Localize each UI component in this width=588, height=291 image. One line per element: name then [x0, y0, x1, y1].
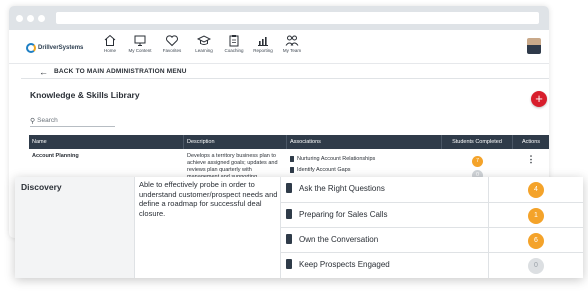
chart-icon [258, 37, 268, 46]
nav-label: Favorites [162, 48, 182, 53]
clipboard-icon [229, 35, 239, 47]
back-to-admin-link[interactable]: ← BACK TO MAIN ADMINISTRATION MENU [21, 65, 549, 79]
association-item[interactable]: Nurturing Account Relationships [290, 154, 439, 164]
book-icon [286, 209, 292, 219]
column-header-associations[interactable]: Associations [287, 135, 442, 149]
association-label: Ask the Right Questions [299, 184, 385, 193]
association-item[interactable]: Ask the Right Questions 4 [280, 177, 583, 202]
association-label: Preparing for Sales Calls [299, 210, 388, 219]
zoomed-row-card: Discovery Able to effectively probe in o… [15, 177, 583, 278]
heart-icon [166, 35, 178, 47]
graduation-cap-icon [197, 35, 211, 45]
logo[interactable]: DrillverSystems [26, 43, 83, 53]
row-description: Able to effectively probe in order to un… [139, 180, 278, 218]
zoom-name-cell: Discovery [15, 177, 135, 278]
avatar[interactable] [527, 38, 541, 54]
nav-label: Home [103, 48, 116, 53]
home-icon [104, 34, 116, 46]
book-icon [286, 183, 292, 193]
window-dot [38, 15, 45, 22]
association-item[interactable]: Keep Prospects Engaged 0 [280, 252, 583, 278]
column-header-students-completed[interactable]: Students Completed [442, 135, 513, 149]
nav-my-team[interactable]: My Team [275, 34, 309, 53]
search-icon: ⚲ [30, 117, 36, 125]
association-label: Identify Account Gaps [297, 167, 351, 173]
association-item[interactable]: Own the Conversation 6 [280, 227, 583, 253]
search-box[interactable]: ⚲ [30, 115, 115, 127]
association-item[interactable]: Preparing for Sales Calls 1 [280, 202, 583, 228]
nav-label: My Content [128, 48, 152, 53]
divider [488, 253, 489, 278]
count-badge: 0 [528, 258, 544, 274]
address-bar[interactable] [56, 12, 539, 24]
window-dot [16, 15, 23, 22]
back-label: BACK TO MAIN ADMINISTRATION MENU [54, 68, 187, 75]
count-badge: 4 [528, 182, 544, 198]
more-vertical-icon[interactable]: ⋮ [516, 154, 546, 165]
book-icon [290, 167, 294, 173]
add-button[interactable]: + [531, 91, 547, 107]
column-header-description[interactable]: Description [184, 135, 287, 149]
nav-home[interactable]: Home [93, 34, 127, 53]
nav-label: My Team [282, 48, 302, 53]
team-icon [285, 35, 299, 46]
association-label: Keep Prospects Engaged [299, 260, 390, 269]
nav-favorites[interactable]: Favorites [155, 34, 189, 53]
book-icon [286, 234, 292, 244]
count-badge: 7 [472, 156, 483, 167]
divider [488, 177, 489, 202]
row-name[interactable]: Discovery [21, 182, 62, 192]
book-icon [290, 156, 294, 162]
association-label: Own the Conversation [299, 235, 379, 244]
app-navbar: DrillverSystems Home My Content Favorite… [9, 30, 549, 64]
book-icon [286, 259, 292, 269]
arrow-left-icon: ← [39, 66, 48, 77]
association-label: Nurturing Account Relationships [297, 156, 376, 162]
count-badge: 1 [528, 208, 544, 224]
column-header-name[interactable]: Name [29, 135, 184, 149]
divider [488, 203, 489, 228]
nav-my-content[interactable]: My Content [123, 34, 157, 53]
nav-learning[interactable]: Learning [187, 34, 221, 53]
window-dot [27, 15, 34, 22]
divider [488, 228, 489, 253]
logo-text: DrillverSystems [38, 45, 84, 51]
content-icon [134, 35, 146, 46]
logo-icon [26, 43, 36, 53]
table-header: Name Description Associations Students C… [29, 135, 549, 149]
count-badge: 6 [528, 233, 544, 249]
search-input[interactable] [37, 117, 108, 124]
browser-chrome [9, 6, 549, 30]
column-header-actions: Actions [521, 139, 541, 145]
association-item[interactable]: Identify Account Gaps [290, 165, 439, 175]
page-title: Knowledge & Skills Library [30, 90, 140, 100]
nav-label: Learning [195, 48, 213, 53]
